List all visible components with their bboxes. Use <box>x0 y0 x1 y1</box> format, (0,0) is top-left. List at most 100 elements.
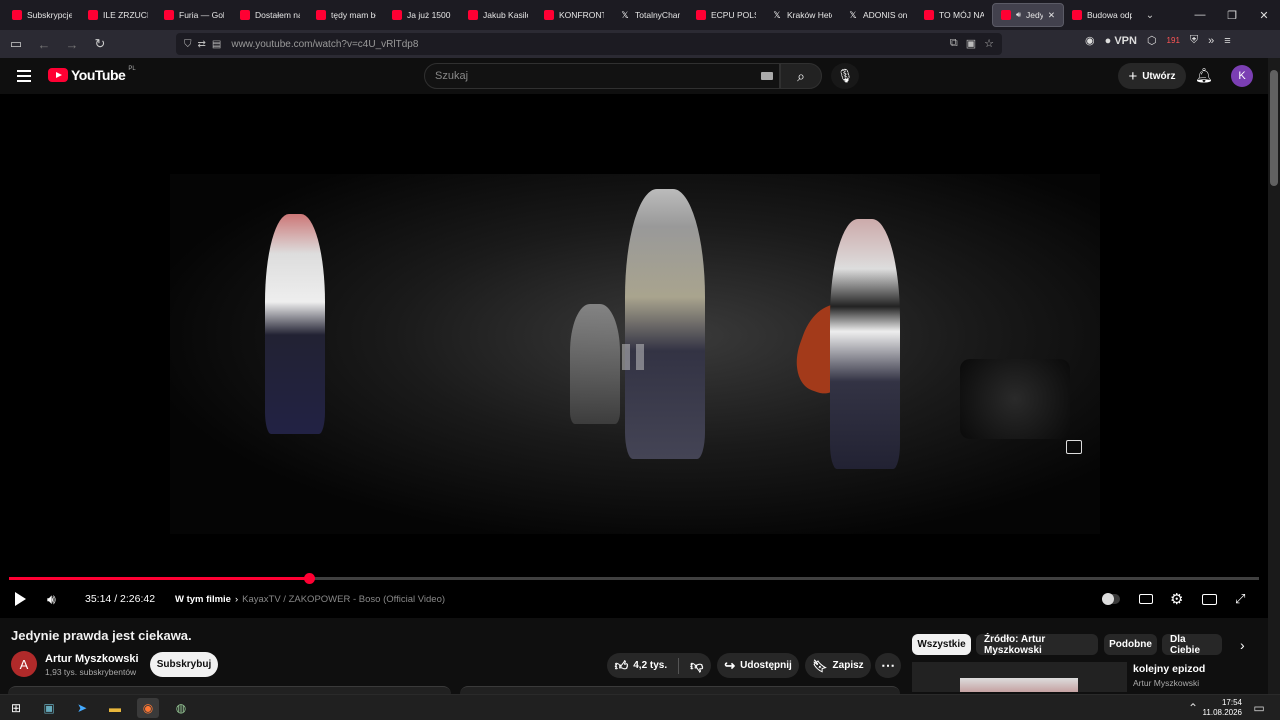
autoplay-toggle[interactable] <box>1102 587 1120 611</box>
more-actions-icon[interactable]: ⋯ <box>875 653 901 678</box>
telegram-icon[interactable]: ➤ <box>71 698 93 718</box>
description-box[interactable] <box>8 686 451 694</box>
channel-name[interactable]: Artur Myszkowski <box>45 653 139 665</box>
keyboard-icon[interactable] <box>761 72 773 80</box>
recommendation-title[interactable]: kolejny epizod <box>1133 663 1205 675</box>
sidebar-toggle-icon[interactable]: ▭ <box>4 32 28 56</box>
system-clock[interactable]: 17:54 11.08.2026 <box>1203 698 1242 718</box>
reload-icon[interactable]: ↻ <box>88 32 112 56</box>
windows-start-icon[interactable]: ⊞ <box>5 698 27 718</box>
violinist-figure <box>265 214 325 434</box>
tab-label: tędy mam bł <box>331 10 376 20</box>
minimize-icon[interactable]: — <box>1184 0 1216 30</box>
miniplayer-icon[interactable] <box>1202 587 1217 611</box>
like-button[interactable]: 👍︎ 4,2 tys. <box>615 658 668 674</box>
forward-icon[interactable]: → <box>60 32 84 56</box>
video-player[interactable]: 🔊︎ 35:14 / 2:26:42 W tym filmie › KayaxT… <box>0 94 1268 618</box>
browser-tab[interactable]: ECPU POLSKA <box>688 3 764 27</box>
channel-avatar[interactable]: A <box>11 651 37 677</box>
subscribe-button[interactable]: Subskrybuj <box>150 652 218 677</box>
media-icon[interactable]: ▤ <box>212 39 221 50</box>
tray-chevron-icon[interactable]: ⌃ <box>1182 698 1204 718</box>
taskbar-app-icon[interactable]: ▣ <box>38 698 60 718</box>
browser-tab[interactable]: tędy mam bł <box>308 3 384 27</box>
firefox-icon[interactable]: ◉ <box>137 698 159 718</box>
create-button[interactable]: + Utwórz <box>1118 63 1186 89</box>
page-scrollbar[interactable] <box>1268 58 1280 694</box>
vpn-button[interactable]: ● VPN <box>1105 35 1137 47</box>
progress-scrubber[interactable] <box>304 573 315 584</box>
share-button[interactable]: ↪ Udostępnij <box>717 653 799 678</box>
tab-label: ILE ZRZUCIL! <box>103 10 148 20</box>
microphone-icon: 🎙︎ <box>836 68 854 83</box>
account-avatar[interactable]: K <box>1231 65 1253 87</box>
browser-tab[interactable]: 𝕏 Kraków Hete <box>764 3 840 27</box>
browser-tab[interactable]: 🔊︎ Jedyn ✕ <box>992 3 1064 27</box>
reader-icon[interactable]: ▣ <box>966 37 976 50</box>
shield-ext-icon[interactable]: ⛨ <box>1190 34 1198 47</box>
browser-tab[interactable]: Budowa odp <box>1064 3 1140 27</box>
guitarist-figure <box>570 304 620 424</box>
tab-label: Budowa odp <box>1087 10 1132 20</box>
speaker-icon[interactable]: 🔊︎ <box>1016 10 1021 20</box>
filter-chip[interactable]: Źródło: Artur Myszkowski <box>976 634 1098 656</box>
recommendation-thumbnail[interactable] <box>912 662 1127 692</box>
app-menu-icon[interactable]: ≡ <box>1224 35 1230 47</box>
close-tab-icon[interactable]: ✕ <box>1048 10 1055 21</box>
x-favicon-icon: 𝕏 <box>849 10 857 20</box>
filter-chip[interactable]: Dla Ciebie <box>1162 634 1222 656</box>
browser-tab[interactable]: 𝕏 TotalnyCham <box>612 3 688 27</box>
browser-tab[interactable]: ILE ZRZUCIL! <box>80 3 156 27</box>
back-icon[interactable]: ← <box>32 32 56 56</box>
miniplayer-overlay-icon[interactable] <box>1066 440 1082 454</box>
pip-icon[interactable]: ⧉ <box>950 37 958 50</box>
taskbar: ⊞ ▣ ➤ ▬ ◉ ◍ ⌃ 17:54 11.08.2026 ▭ <box>0 694 1280 720</box>
browser-tab[interactable]: Subskrypcje <box>4 3 80 27</box>
bookmark-star-icon[interactable]: ☆ <box>984 37 994 50</box>
tab-label: Subskrypcje <box>27 10 72 20</box>
notifications-icon[interactable]: ▭ <box>1248 698 1270 718</box>
scrollbar-thumb[interactable] <box>1270 70 1278 186</box>
puzzle-icon[interactable]: ⬡ <box>1147 34 1157 47</box>
chapter-button[interactable]: W tym filmie › KayaxTV / ZAKOPOWER - Bos… <box>175 587 445 611</box>
extension-icon[interactable]: ◉ <box>1085 34 1095 47</box>
permissions-icon[interactable]: ⇄ <box>198 39 206 50</box>
recommendation-channel[interactable]: Artur Myszkowski <box>1133 678 1199 688</box>
search-button[interactable]: ⌕ <box>780 63 822 89</box>
browser-tab[interactable]: Dostałem na <box>232 3 308 27</box>
voice-search-button[interactable]: 🎙︎ <box>831 63 859 89</box>
browser-tab[interactable]: KONFRONTA <box>536 3 612 27</box>
overflow-menu-icon[interactable]: » <box>1208 35 1214 47</box>
browser-tab[interactable]: 𝕏 ADONIS on X <box>840 3 916 27</box>
browser-tab[interactable]: Furia — Golf <box>156 3 232 27</box>
filter-chip[interactable]: Podobne <box>1104 634 1157 655</box>
save-button[interactable]: 🔖︎ Zapisz <box>805 653 871 678</box>
hamburger-menu-icon[interactable] <box>17 70 31 82</box>
browser-tab[interactable]: TO MÓJ NAJ <box>916 3 992 27</box>
settings-gear-icon[interactable]: ⚙ <box>1170 587 1183 611</box>
progress-bar[interactable] <box>9 573 1259 584</box>
filter-chip[interactable]: Wszystkie <box>912 634 971 655</box>
play-button[interactable] <box>15 587 26 611</box>
address-bar[interactable]: ⛉ ⇄ ▤ www.youtube.com/watch?v=c4U_vRlTdp… <box>176 33 1002 55</box>
restore-icon[interactable]: ❐ <box>1216 0 1248 30</box>
search-input[interactable]: Szukaj <box>424 63 780 89</box>
browser-tab[interactable]: Ja już 1500 zł <box>384 3 460 27</box>
comments-box[interactable] <box>460 686 900 694</box>
extension-badge-icon[interactable]: 191 <box>1167 36 1180 45</box>
fullscreen-icon[interactable]: ⤢ <box>1235 587 1245 611</box>
notifications-bell-icon[interactable]: 🔔︎ <box>1195 67 1213 84</box>
taskbar-app2-icon[interactable]: ◍ <box>170 698 192 718</box>
autoplay-knob-icon <box>1102 593 1114 605</box>
shield-icon[interactable]: ⛉ <box>184 39 192 50</box>
close-window-icon[interactable]: ✕ <box>1248 0 1280 30</box>
volume-icon[interactable]: 🔊︎ <box>47 587 56 611</box>
file-explorer-icon[interactable]: ▬ <box>104 698 126 718</box>
chips-next-chevron-icon[interactable]: › <box>1232 634 1253 655</box>
dislike-button[interactable]: 👎︎ <box>690 658 703 674</box>
youtube-logo[interactable]: YouTube PL <box>48 66 136 83</box>
subscriber-count: 1,93 tys. subskrybentów <box>45 667 137 677</box>
subtitles-icon[interactable] <box>1139 587 1153 611</box>
browser-tab[interactable]: Jakub Kasilov <box>460 3 536 27</box>
tab-list-chevron-icon[interactable]: ⌄ <box>1140 10 1160 21</box>
